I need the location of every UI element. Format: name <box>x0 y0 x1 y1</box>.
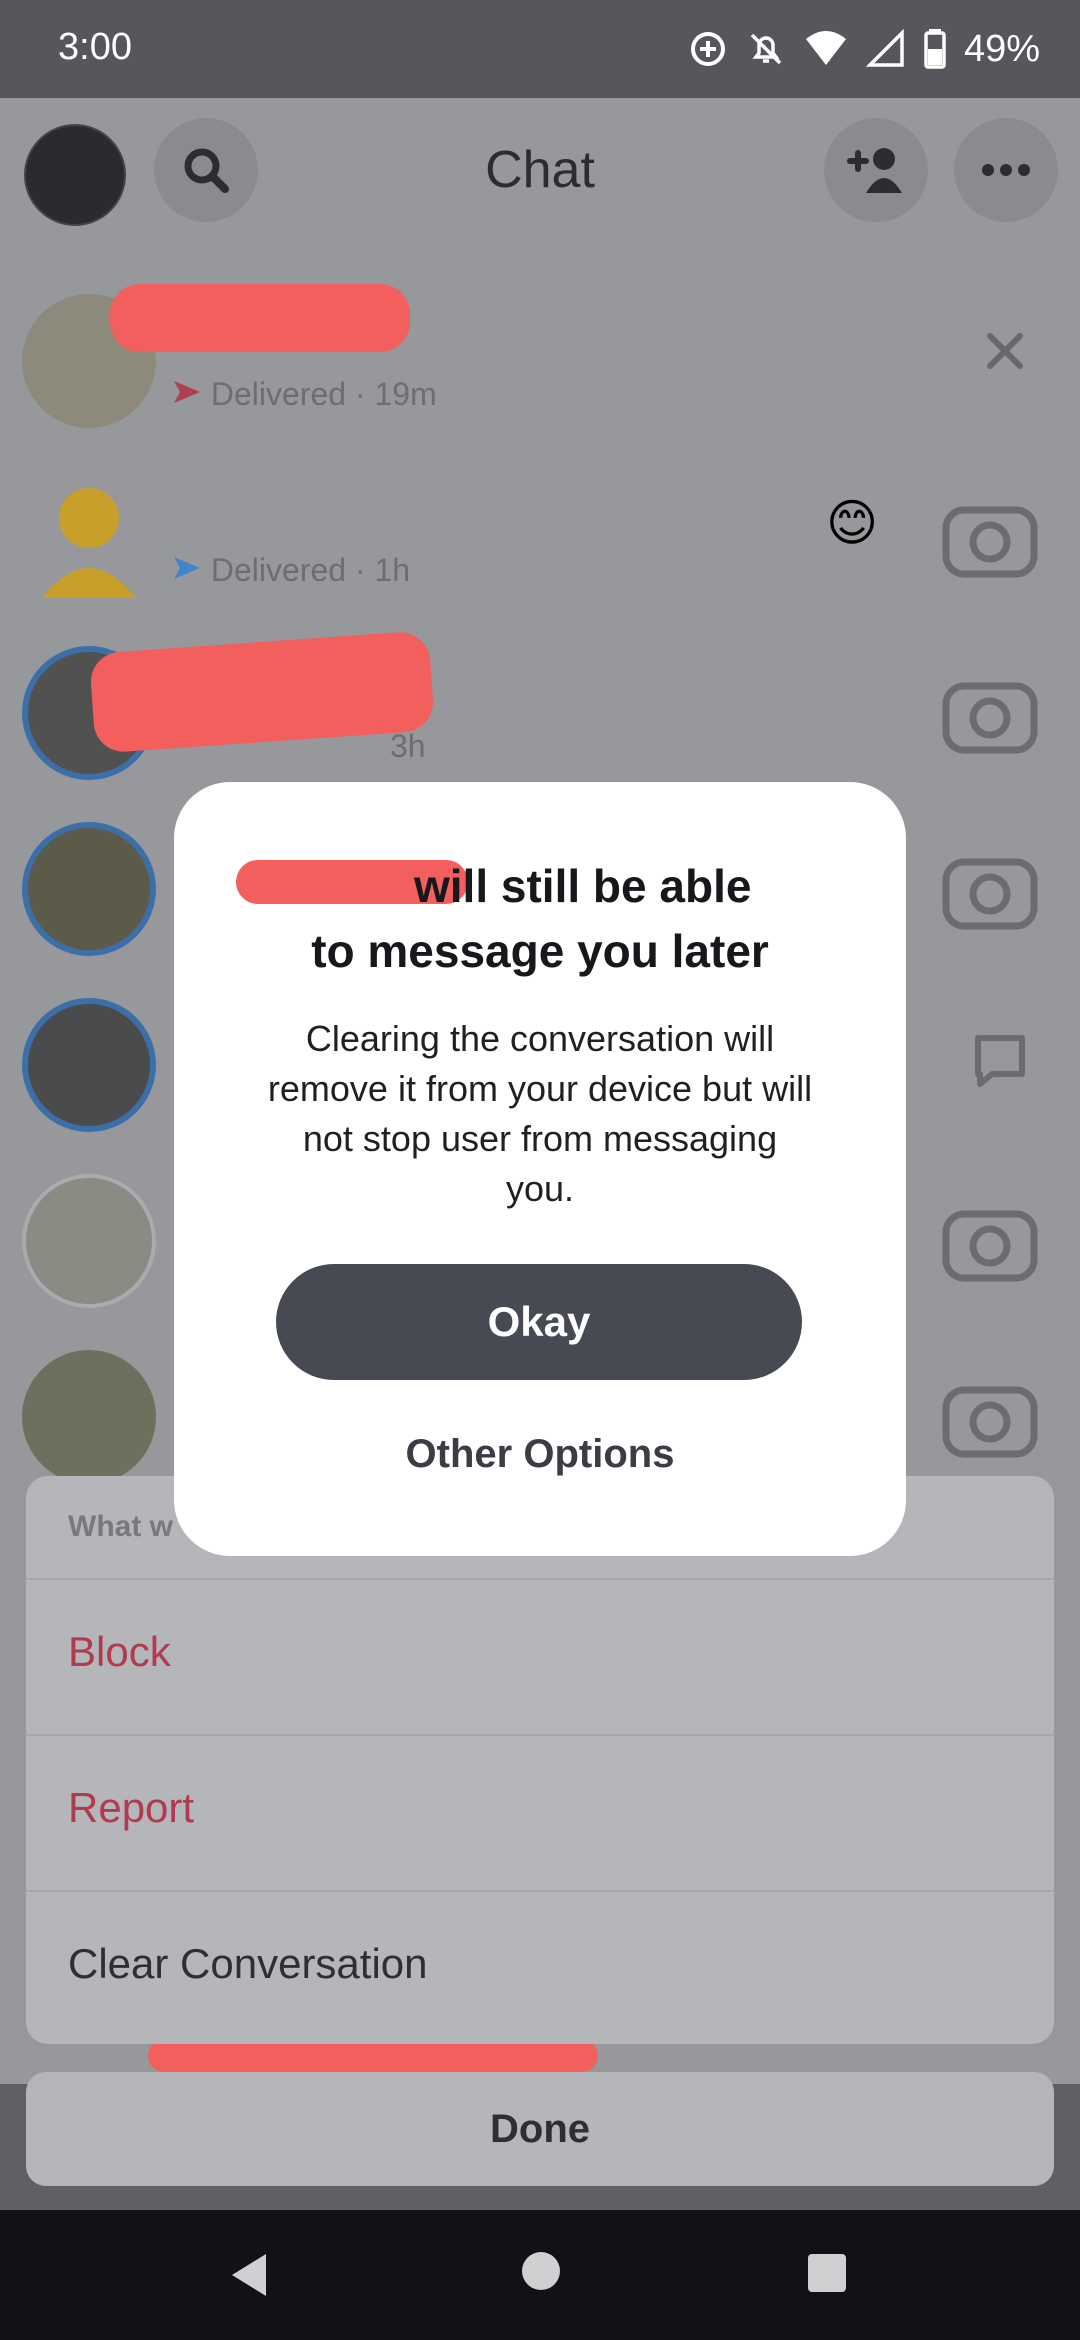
friend-bitmoji <box>22 1350 156 1484</box>
camera-icon[interactable] <box>940 492 1040 582</box>
camera-icon[interactable] <box>940 1196 1040 1286</box>
friend-bitmoji <box>22 1174 156 1308</box>
camera-icon[interactable] <box>940 844 1040 934</box>
redacted-name <box>88 630 436 754</box>
block-option[interactable]: Block <box>26 1578 1054 1734</box>
more-icon <box>982 164 1030 176</box>
dialog-message: Clearing the conversation will remove it… <box>267 1018 813 1209</box>
camera-icon[interactable] <box>940 1372 1040 1462</box>
sent-arrow-icon <box>174 381 200 403</box>
friend-story-avatar <box>22 998 156 1132</box>
dialog-title-line1: will still be able <box>414 860 752 912</box>
status-bar: 3:00 49% <box>0 0 1080 98</box>
battery-icon <box>924 29 946 69</box>
home-icon[interactable] <box>520 2250 562 2292</box>
chat-row[interactable]: Delivered · 19m <box>0 276 1080 452</box>
chat-status: Delivered · 19m <box>172 376 437 413</box>
clear-conversation-label: Clear Conversation <box>68 1940 428 1987</box>
signal-icon <box>865 29 904 67</box>
sheet-heading: What w <box>68 1510 173 1543</box>
recents-icon[interactable] <box>806 2252 848 2294</box>
friend-emoji: 😊 <box>826 495 879 551</box>
chat-row[interactable]: 3h <box>0 628 1080 804</box>
battery-percent: 49% <box>963 27 1040 70</box>
okay-button[interactable]: Okay <box>276 1264 802 1380</box>
data-saver-icon <box>690 32 725 66</box>
navigation-bar <box>0 2210 1080 2340</box>
other-options-button[interactable]: Other Options <box>174 1432 906 1477</box>
chat-time: 3h <box>390 728 426 764</box>
redacted-name <box>148 2040 598 2072</box>
chat-bubble-icon[interactable] <box>970 1030 1030 1090</box>
chat-header: Chat <box>0 98 1080 238</box>
status-icons: 49% <box>688 24 1040 74</box>
report-label: Report <box>68 1784 195 1831</box>
clear-conversation-dialog: will still be able to message you later … <box>174 782 906 1556</box>
sent-arrow-icon <box>174 557 200 579</box>
add-friend-icon <box>847 148 902 193</box>
dialog-title-line2: to message you later <box>311 925 769 977</box>
person-silhouette-icon <box>42 488 136 598</box>
dialog-title: will still be able to message you later <box>214 854 866 984</box>
report-option[interactable]: Report <box>26 1734 1054 1890</box>
chat-status: Delivered · 1h <box>172 552 410 589</box>
close-icon[interactable] <box>980 326 1030 376</box>
more-options-button[interactable] <box>954 118 1058 222</box>
status-time: 3:00 <box>58 26 132 68</box>
notifications-off-icon <box>750 33 782 65</box>
friend-bitmoji-placeholder <box>22 470 156 604</box>
done-button[interactable]: Done <box>26 2072 1054 2186</box>
redacted-name <box>110 284 410 352</box>
clear-conversation-option[interactable]: Clear Conversation <box>26 1890 1054 2044</box>
back-icon[interactable] <box>226 2250 272 2300</box>
block-label: Block <box>68 1628 171 1675</box>
camera-icon[interactable] <box>940 668 1040 758</box>
chat-row[interactable]: Delivered · 1h 😊 <box>0 452 1080 628</box>
wifi-icon <box>805 31 846 65</box>
add-friend-button[interactable] <box>824 118 928 222</box>
chat-actions-sheet: What w Block Report Clear Conversation <box>26 1476 1054 2044</box>
friend-story-avatar <box>22 822 156 956</box>
